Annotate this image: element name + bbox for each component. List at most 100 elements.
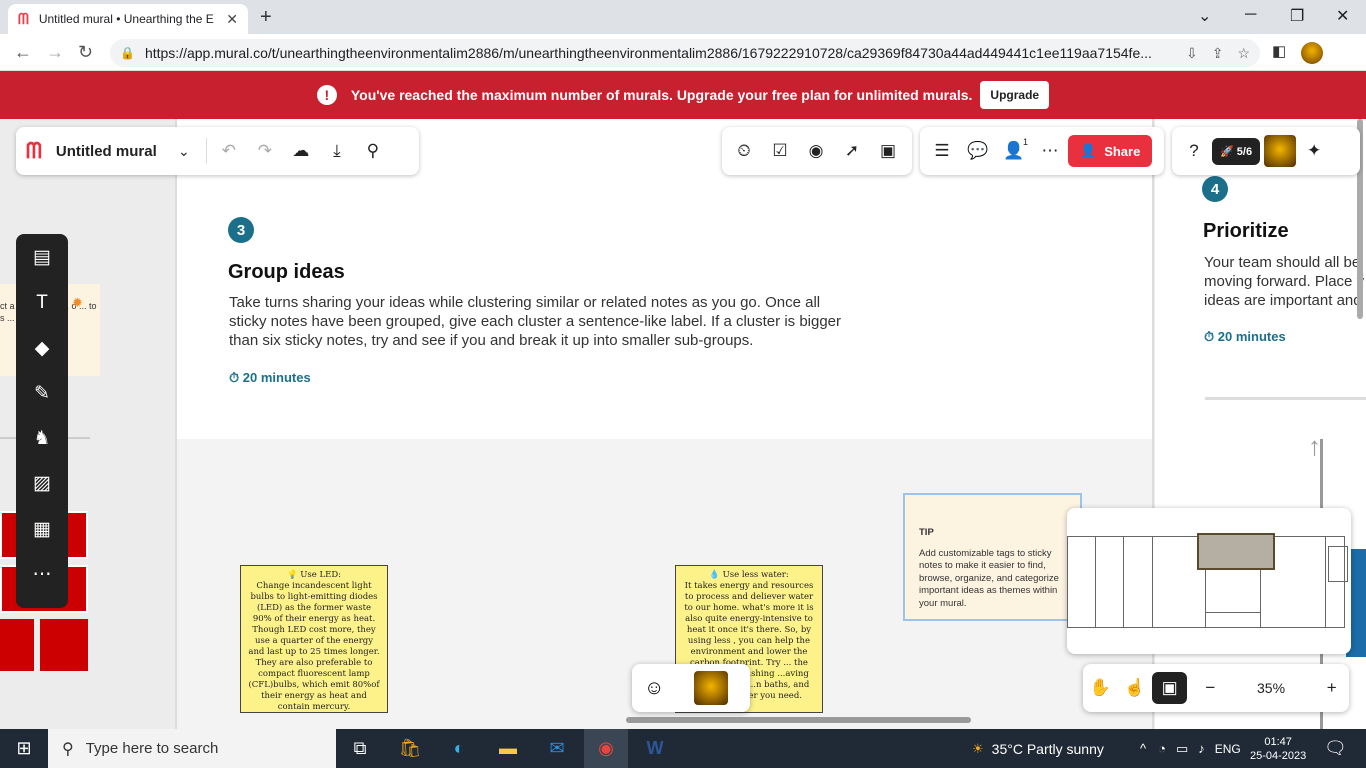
more-tools-icon[interactable]: ⋯: [16, 563, 68, 608]
undo-icon[interactable]: ↶: [211, 141, 247, 161]
weather-text: 35°C Partly sunny: [991, 740, 1104, 757]
new-tab-button[interactable]: +: [260, 6, 272, 29]
red-block[interactable]: [40, 619, 88, 671]
sticky-note-tool-icon[interactable]: ▤: [16, 246, 68, 291]
divider-line: [1205, 397, 1366, 400]
toolbox-icon[interactable]: ▣: [870, 141, 906, 161]
horizontal-scrollbar[interactable]: [626, 717, 971, 723]
minimap-viewport[interactable]: [1197, 533, 1275, 570]
task-view-icon[interactable]: ⧉: [338, 729, 382, 768]
help-icon[interactable]: ?: [1176, 141, 1212, 161]
sparkle-ai-icon[interactable]: ✦: [1296, 141, 1332, 161]
warning-icon: !: [316, 85, 337, 105]
reload-button[interactable]: ↻: [78, 42, 93, 63]
board-divider: [175, 119, 177, 729]
section-timer: ⏱ 20 minutes: [1204, 329, 1286, 345]
minimap[interactable]: [1067, 508, 1351, 654]
laser-pointer-icon[interactable]: ➚: [834, 141, 870, 161]
private-mode-icon[interactable]: ◉: [798, 141, 834, 161]
timer-text: 20 minutes: [242, 370, 311, 385]
weather-widget[interactable]: ☀ 35°C Partly sunny: [972, 729, 1104, 768]
language-indicator[interactable]: ENG: [1215, 742, 1241, 756]
image-tool-icon[interactable]: ▨: [16, 472, 68, 517]
outline-icon[interactable]: ☰: [924, 141, 960, 161]
tip-label: TIP: [919, 527, 934, 538]
share-page-icon[interactable]: ⇪: [1212, 45, 1224, 62]
tray-chevron-up-icon[interactable]: ^: [1140, 741, 1146, 756]
red-block[interactable]: [0, 619, 34, 671]
notifications-icon[interactable]: 🗨: [1324, 729, 1347, 768]
file-explorer-icon[interactable]: ▬: [486, 729, 530, 768]
water-drops-icon: 💧: [709, 570, 720, 580]
restore-button[interactable]: ❐: [1290, 6, 1304, 26]
browser-tab[interactable]: ᗰ Untitled mural • Unearthing the E ✕: [8, 4, 248, 34]
sticky-note[interactable]: 💡 Use LED: Change incandescent light bul…: [240, 565, 388, 713]
members-icon[interactable]: 👤 1: [996, 137, 1032, 161]
word-icon[interactable]: W: [633, 729, 677, 768]
windows-start-icon[interactable]: ⊞: [0, 738, 48, 759]
lightbulb-icon: 💡: [286, 570, 298, 580]
onboarding-progress[interactable]: 🚀 5/6: [1212, 137, 1261, 165]
wifi-icon[interactable]: ◔: [1158, 741, 1166, 756]
tip-box[interactable]: TIP Add customizable tags to sticky note…: [903, 493, 1082, 621]
bookmark-star-icon[interactable]: ☆: [1237, 45, 1250, 62]
more-icon[interactable]: ⋯: [1032, 141, 1068, 161]
share-button[interactable]: 👤 Share: [1068, 135, 1153, 167]
mural-favicon-icon: ᗰ: [18, 10, 29, 28]
llama-icons-tool-icon[interactable]: ♞: [16, 427, 68, 472]
section-timer: ⏱ 20 minutes: [229, 370, 311, 386]
shapes-tool-icon[interactable]: ◆: [16, 337, 68, 382]
banner-message: You've reached the maximum number of mur…: [350, 87, 973, 103]
templates-tool-icon[interactable]: ▦: [16, 518, 68, 563]
search-icon[interactable]: ⚲: [355, 141, 391, 161]
minimap-divider: [1325, 536, 1326, 628]
close-window-button[interactable]: ✕: [1336, 6, 1349, 26]
minimap-toggle-icon[interactable]: ▣: [1152, 672, 1188, 704]
store-icon[interactable]: 🛍: [388, 729, 432, 768]
collaborator-avatar[interactable]: [694, 671, 728, 705]
tab-close-icon[interactable]: ✕: [226, 11, 238, 28]
taskbar-search[interactable]: ⚲ Type here to search: [48, 729, 336, 768]
emoji-reaction-icon[interactable]: ☺: [644, 677, 680, 700]
url-field[interactable]: 🔒 https://app.mural.co/t/unearthingtheen…: [110, 39, 1260, 67]
timer-icon[interactable]: ⏲: [726, 141, 762, 161]
draw-tool-icon[interactable]: ✎: [16, 382, 68, 427]
chrome-icon[interactable]: ◉: [584, 729, 628, 768]
cloud-saved-icon[interactable]: ☁: [283, 141, 319, 161]
zoom-in-button[interactable]: +: [1314, 678, 1349, 698]
minimize-button[interactable]: ─: [1245, 6, 1256, 24]
clock[interactable]: 01:47 25-04-2023: [1250, 729, 1306, 768]
section-title: Group ideas: [228, 261, 345, 283]
zoom-level[interactable]: 35%: [1228, 680, 1315, 696]
back-button[interactable]: ←: [14, 42, 32, 63]
volume-icon[interactable]: ♪: [1198, 741, 1205, 756]
forward-button[interactable]: →: [46, 42, 64, 63]
install-app-icon[interactable]: ⇩: [1186, 45, 1198, 62]
mural-logo-icon[interactable]: ᗰ: [26, 138, 42, 164]
tab-search-chevron-icon[interactable]: ⌄: [1198, 6, 1211, 26]
sidebar-toggle-icon[interactable]: ◧: [1272, 42, 1286, 60]
mural-title[interactable]: Untitled mural: [56, 143, 166, 160]
chevron-down-icon[interactable]: ⌄: [166, 143, 202, 160]
user-avatar[interactable]: [1264, 135, 1297, 167]
section-description: Take turns sharing your ideas while clus…: [229, 294, 842, 349]
member-count: 1: [1022, 137, 1028, 147]
upgrade-banner: ! You've reached the maximum number of m…: [0, 71, 1366, 119]
upgrade-button[interactable]: Upgrade: [980, 81, 1050, 109]
mural-title-panel: ᗰ Untitled mural ⌄ ↶ ↷ ☁ ⤓ ⚲: [16, 127, 419, 175]
zoom-out-button[interactable]: −: [1193, 678, 1228, 698]
comments-icon[interactable]: 💬: [960, 141, 996, 161]
text-tool-icon[interactable]: T: [16, 291, 68, 336]
mail-icon[interactable]: ✉: [535, 729, 579, 768]
download-icon[interactable]: ⤓: [319, 141, 355, 161]
timer-text: 20 minutes: [1217, 329, 1286, 344]
profile-avatar[interactable]: [1301, 42, 1323, 64]
hand-pan-icon[interactable]: ✋: [1083, 678, 1118, 698]
battery-icon[interactable]: ▭: [1176, 741, 1188, 757]
redo-icon[interactable]: ↷: [247, 141, 283, 161]
minimap-section: [1328, 546, 1348, 582]
edge-icon[interactable]: ◐: [437, 729, 481, 768]
voting-icon[interactable]: ☑: [762, 141, 798, 161]
touch-select-icon[interactable]: ☝: [1118, 678, 1153, 698]
timer-icon: ⏱: [229, 370, 240, 385]
